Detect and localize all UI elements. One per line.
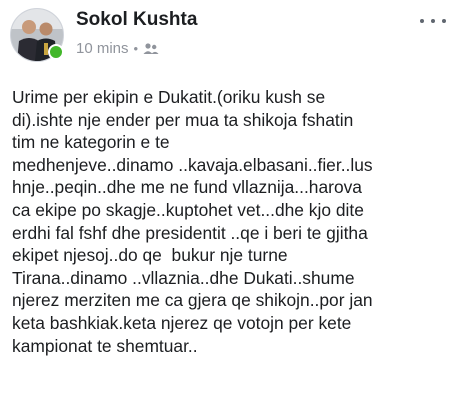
post-text-line: ca ekipe po skagje..kuptohet vet...dhe k… bbox=[12, 199, 364, 220]
post-text-line: Urime per ekipin e Dukatit.(oriku kush s… bbox=[12, 87, 326, 107]
post-text-line: di).ishte nje ender per mua ta shikoja f… bbox=[12, 109, 354, 130]
post-text-line: hnje..peqin..dhe me ne fund vllaznija...… bbox=[12, 177, 362, 198]
post-text-line: erdhi fal fshf dhe presidentit ..qe i be… bbox=[12, 222, 368, 243]
post-text-line: ekipet njesoj..do qe bukur nje turne bbox=[12, 245, 288, 266]
post-text-line: kampionat te shemtuar.. bbox=[12, 335, 198, 356]
post-text-line: Tirana..dinamo ..vllaznia..dhe Dukati..s… bbox=[12, 267, 355, 288]
avatar[interactable] bbox=[10, 8, 64, 62]
post-header: Sokol Kushta 10 mins • bbox=[0, 0, 464, 64]
post-text-line: tim ne kategorin e te bbox=[12, 132, 170, 153]
post-text-line: medhenjeve..dinamo ..kavaja.elbasani..fi… bbox=[12, 154, 373, 175]
post-timestamp[interactable]: 10 mins bbox=[76, 40, 129, 57]
post-text: Urime per ekipin e Dukatit.(oriku kush s… bbox=[12, 86, 458, 357]
post-text-line: keta bashkiak.keta njerez qe votojn per … bbox=[12, 312, 352, 333]
more-options-button[interactable] bbox=[420, 14, 446, 28]
online-status-indicator bbox=[48, 44, 64, 60]
more-horizontal-icon bbox=[420, 19, 424, 23]
post-meta: 10 mins • bbox=[76, 40, 159, 57]
post-text-line: njerez merziten me ca gjera qe shikojn..… bbox=[12, 290, 373, 311]
author-name[interactable]: Sokol Kushta bbox=[76, 9, 197, 31]
meta-separator: • bbox=[133, 41, 139, 56]
friends-icon[interactable] bbox=[143, 42, 159, 56]
